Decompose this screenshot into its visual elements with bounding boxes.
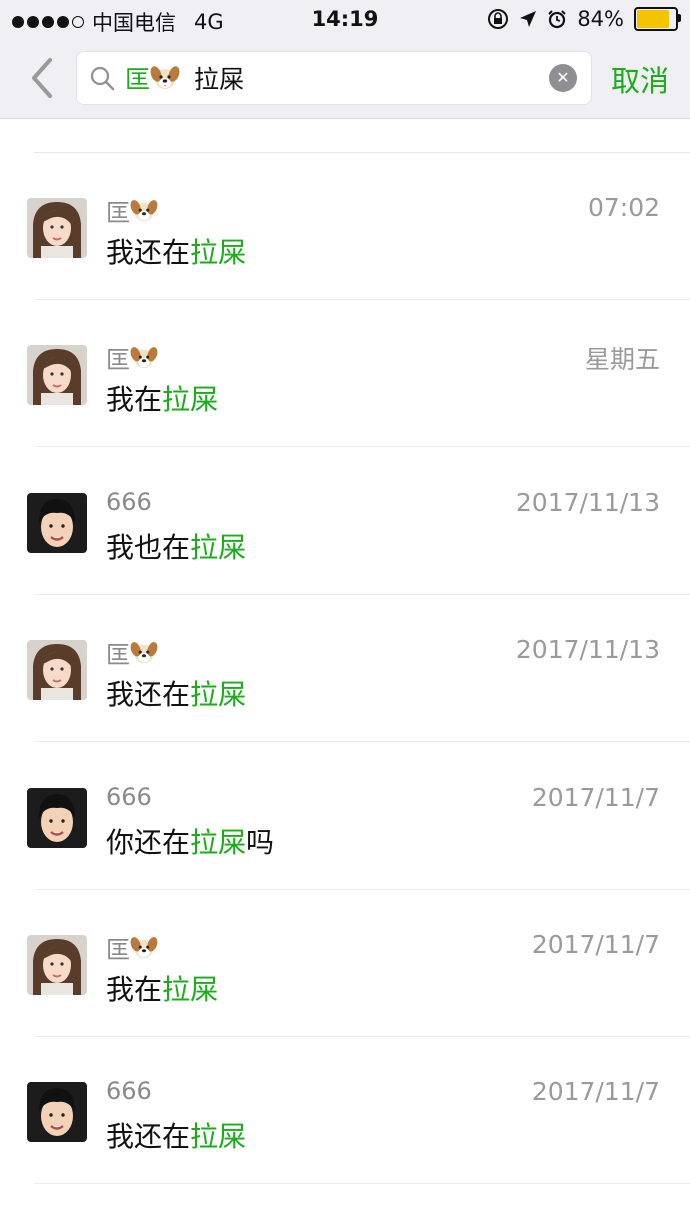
sender-name-text: 匡 bbox=[106, 199, 130, 227]
bangs-avatar-icon bbox=[27, 492, 87, 553]
sender-name-text: 匡 bbox=[106, 936, 130, 964]
message-date: 2017/11/7 bbox=[531, 782, 660, 812]
search-result-row[interactable]: 666 你还在拉屎吗 2017/11/7 bbox=[0, 743, 690, 890]
message-date: 07:02 bbox=[587, 193, 660, 222]
avatar bbox=[27, 492, 87, 553]
sender-name-text: 666 bbox=[106, 782, 152, 811]
rotation-lock-icon bbox=[488, 9, 509, 29]
search-result-row[interactable]: 666 我还在拉屎 2017/11/7 bbox=[0, 1037, 690, 1185]
dog-face-icon bbox=[130, 199, 158, 221]
message-text-before: 我还在 bbox=[106, 236, 191, 269]
sender-name: 匡 bbox=[106, 635, 158, 670]
sender-name: 匡 bbox=[106, 340, 158, 375]
battery-percent: 84% bbox=[577, 7, 624, 31]
message-text-before: 我还在 bbox=[106, 678, 191, 712]
avatar bbox=[27, 640, 87, 701]
message-text-before: 我在 bbox=[106, 973, 163, 1006]
message-preview: 我还在拉屎 bbox=[106, 1115, 246, 1155]
message-keyword-highlight: 拉屎 bbox=[190, 1120, 247, 1154]
cancel-button[interactable]: 取消 bbox=[611, 58, 669, 100]
message-keyword-highlight: 拉屎 bbox=[162, 383, 219, 417]
message-preview: 你还在拉屎吗 bbox=[106, 821, 274, 861]
search-result-row[interactable]: 666 我也在拉屎 2017/11/13 bbox=[0, 448, 690, 595]
avatar bbox=[27, 345, 87, 406]
search-result-row[interactable]: 匡 我还在拉屎 2017/11/13 bbox=[0, 595, 690, 743]
sender-name: 匡 bbox=[106, 193, 158, 228]
row-divider bbox=[34, 1183, 690, 1185]
sender-name-text: 匡 bbox=[106, 346, 130, 375]
contact-filter-tag[interactable]: 匡 bbox=[125, 60, 180, 96]
message-preview: 我也在拉屎 bbox=[106, 526, 246, 566]
bangs-avatar-icon bbox=[27, 787, 87, 848]
woman-avatar-icon bbox=[27, 198, 87, 258]
message-keyword-highlight: 拉屎 bbox=[190, 530, 247, 564]
status-bar: 中国电信 4G 14:19 84% bbox=[0, 0, 690, 40]
search-icon bbox=[90, 66, 115, 91]
top-bar: 中国电信 4G 14:19 84% 匡 拉屎 ✕ 取消 bbox=[0, 0, 690, 119]
message-date: 2017/11/7 bbox=[531, 1077, 660, 1107]
message-date: 星期五 bbox=[584, 345, 660, 375]
sender-name-text: 666 bbox=[106, 1077, 152, 1106]
message-text-before: 你还在 bbox=[106, 825, 191, 859]
woman-avatar-icon bbox=[27, 935, 87, 995]
message-preview: 我还在拉屎 bbox=[106, 231, 246, 271]
search-input[interactable]: 匡 拉屎 ✕ bbox=[76, 51, 592, 105]
alarm-clock-icon bbox=[548, 10, 567, 29]
message-text-after: 吗 bbox=[246, 825, 275, 859]
sender-name: 666 bbox=[106, 1077, 152, 1105]
search-result-row[interactable]: 匡 我在拉屎 2017/11/7 bbox=[0, 890, 690, 1037]
message-preview: 我还在拉屎 bbox=[106, 673, 246, 713]
battery-fill bbox=[637, 10, 669, 28]
message-keyword-highlight: 拉屎 bbox=[190, 236, 247, 269]
search-result-row[interactable]: 匡 我还在拉屎 07:02 bbox=[0, 153, 690, 300]
dog-face-icon bbox=[150, 66, 180, 89]
location-arrow-icon bbox=[520, 11, 537, 27]
sender-name: 匡 bbox=[106, 930, 158, 965]
contact-filter-name: 匡 bbox=[125, 65, 151, 94]
message-date: 2017/11/7 bbox=[531, 930, 660, 959]
sender-name-text: 匡 bbox=[106, 641, 130, 670]
woman-avatar-icon bbox=[27, 345, 87, 406]
avatar bbox=[27, 935, 87, 995]
search-term: 拉屎 bbox=[194, 65, 245, 94]
message-preview: 我在拉屎 bbox=[106, 378, 218, 418]
sender-name: 666 bbox=[106, 488, 152, 516]
message-preview: 我在拉屎 bbox=[106, 968, 218, 1008]
search-query: 匡 拉屎 bbox=[125, 60, 244, 96]
search-result-row[interactable]: 匡 我在拉屎 星期五 bbox=[0, 300, 690, 448]
message-date: 2017/11/13 bbox=[515, 487, 660, 517]
dog-face-icon bbox=[130, 936, 158, 958]
dog-face-icon bbox=[130, 641, 158, 663]
message-keyword-highlight: 拉屎 bbox=[162, 973, 219, 1006]
message-text-before: 我也在 bbox=[106, 530, 191, 564]
back-chevron-icon[interactable] bbox=[26, 56, 62, 100]
avatar bbox=[27, 1082, 87, 1143]
message-keyword-highlight: 拉屎 bbox=[190, 825, 247, 859]
avatar bbox=[27, 198, 87, 258]
message-text-before: 我在 bbox=[106, 383, 163, 417]
clear-search-icon[interactable]: ✕ bbox=[549, 64, 577, 92]
woman-avatar-icon bbox=[27, 640, 87, 701]
message-keyword-highlight: 拉屎 bbox=[190, 678, 247, 712]
message-text-before: 我还在 bbox=[106, 1120, 191, 1154]
bangs-avatar-icon bbox=[27, 1082, 87, 1143]
status-right-group: 84% bbox=[487, 7, 681, 31]
dog-face-icon bbox=[130, 347, 158, 369]
avatar bbox=[27, 787, 87, 848]
battery-icon bbox=[634, 7, 681, 31]
message-date: 2017/11/13 bbox=[515, 635, 660, 665]
sender-name: 666 bbox=[106, 783, 152, 811]
sender-name-text: 666 bbox=[106, 487, 152, 516]
